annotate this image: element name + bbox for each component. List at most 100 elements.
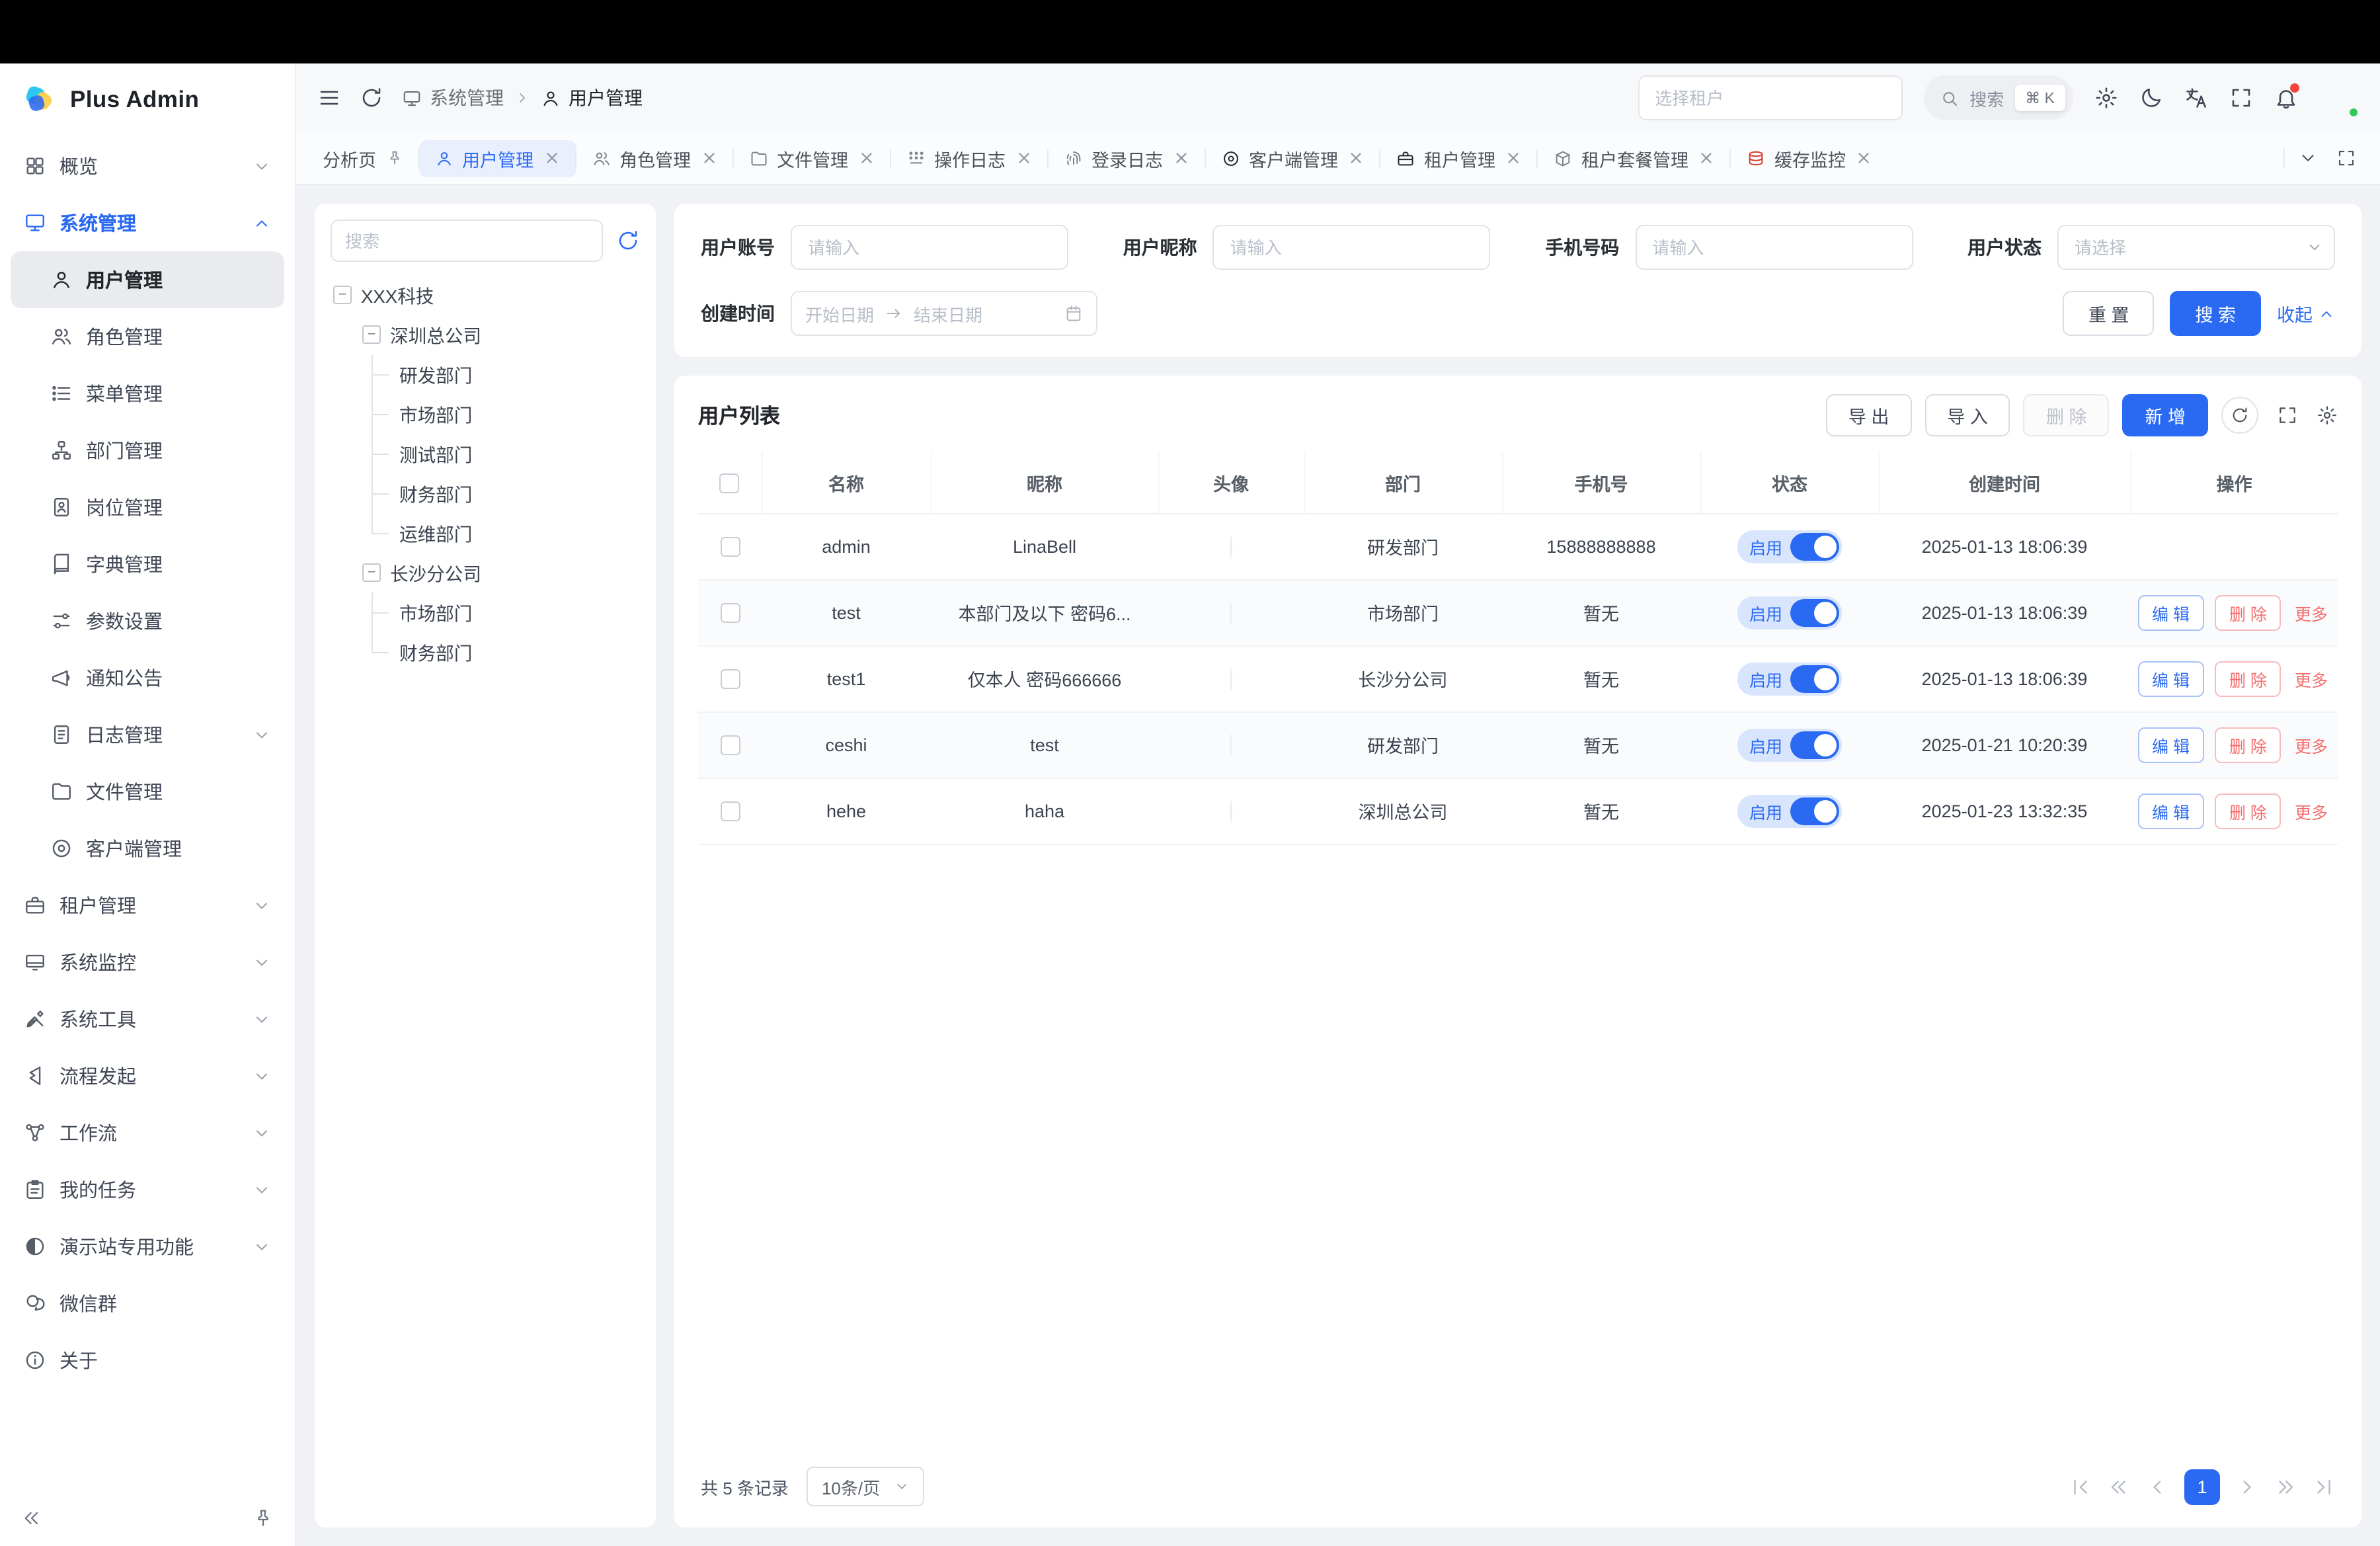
add-button[interactable]: 新 增: [2122, 394, 2208, 436]
tree-node[interactable]: 运维部门: [331, 513, 640, 553]
collapse-filter-link[interactable]: 收起: [2277, 300, 2335, 327]
sidebar-item-tenant-mgmt[interactable]: 租户管理: [11, 877, 284, 934]
sidebar-item-post-mgmt[interactable]: 岗位管理: [11, 479, 284, 536]
language-translate-icon[interactable]: [2184, 86, 2208, 110]
delete-button[interactable]: 删 除: [2024, 394, 2110, 436]
close-icon[interactable]: [1698, 149, 1715, 167]
more-row-button[interactable]: 更多: [2292, 727, 2330, 762]
collapse-sidebar-icon[interactable]: [21, 1508, 42, 1529]
tree-collapse-toggle[interactable]: −: [362, 325, 381, 344]
sidebar-item-overview[interactable]: 概览: [11, 138, 284, 194]
page-prev-icon[interactable]: [2146, 1475, 2168, 1498]
tree-node[interactable]: 研发部门: [331, 354, 640, 394]
close-icon[interactable]: [543, 149, 560, 167]
close-icon[interactable]: [1172, 149, 1189, 167]
sidebar-item-demo-features[interactable]: 演示站专用功能: [11, 1218, 284, 1275]
close-icon[interactable]: [1855, 149, 1872, 167]
sidebar-item-workflow[interactable]: 工作流: [11, 1104, 284, 1161]
row-checkbox[interactable]: [720, 669, 740, 689]
import-button[interactable]: 导 入: [1924, 394, 2010, 436]
close-icon[interactable]: [857, 149, 875, 167]
sidebar-item-dict-mgmt[interactable]: 字典管理: [11, 536, 284, 592]
hamburger-menu-icon[interactable]: [317, 86, 341, 110]
nickname-input[interactable]: [1213, 225, 1491, 270]
app-logo[interactable]: Plus Admin: [0, 63, 295, 135]
tab-tenant-mgmt[interactable]: 租户管理: [1380, 140, 1538, 177]
edit-row-button[interactable]: 编 辑: [2137, 793, 2204, 829]
row-checkbox[interactable]: [720, 735, 740, 755]
sidebar-item-user-mgmt[interactable]: 用户管理: [11, 251, 284, 308]
tab-analysis[interactable]: 分析页: [307, 140, 418, 177]
table-settings-icon[interactable]: [2317, 405, 2338, 426]
tenant-select-input[interactable]: [1638, 75, 1902, 120]
breadcrumb-user-mgmt[interactable]: 用户管理: [541, 85, 643, 111]
delete-row-button[interactable]: 删 除: [2215, 594, 2281, 630]
tab-login-log[interactable]: 登录日志: [1048, 140, 1205, 177]
sidebar-item-wechat-group[interactable]: 微信群: [11, 1275, 284, 1332]
more-row-button[interactable]: 更多: [2292, 793, 2330, 829]
breadcrumb-system[interactable]: 系统管理: [402, 85, 504, 111]
refresh-page-icon[interactable]: [360, 86, 383, 110]
search-button[interactable]: 搜 索: [2170, 291, 2261, 336]
dark-mode-moon-icon[interactable]: [2139, 86, 2163, 110]
tabs-dropdown-chevron-icon[interactable]: [2298, 148, 2318, 168]
table-refresh-icon[interactable]: [2221, 397, 2258, 434]
tree-node[interactable]: 测试部门: [331, 434, 640, 473]
close-icon[interactable]: [1347, 149, 1365, 167]
tab-tenant-package[interactable]: 租户套餐管理: [1538, 140, 1731, 177]
sidebar-item-system-mgmt[interactable]: 系统管理: [11, 194, 284, 251]
more-row-button[interactable]: 更多: [2292, 594, 2330, 630]
reset-button[interactable]: 重 置: [2063, 291, 2155, 336]
delete-row-button[interactable]: 删 除: [2215, 661, 2281, 696]
user-avatar-button[interactable]: [2319, 78, 2359, 118]
sidebar-item-my-tasks[interactable]: 我的任务: [11, 1161, 284, 1218]
close-icon[interactable]: [700, 149, 717, 167]
status-toggle[interactable]: 启用: [1737, 596, 1842, 629]
tree-node[interactable]: 市场部门: [331, 394, 640, 434]
page-number-current[interactable]: 1: [2184, 1469, 2220, 1504]
sidebar-item-sys-tools[interactable]: 系统工具: [11, 991, 284, 1047]
content-maximize-icon[interactable]: [2336, 148, 2356, 168]
tab-role-mgmt[interactable]: 角色管理: [576, 140, 733, 177]
fullscreen-icon[interactable]: [2229, 86, 2253, 110]
row-checkbox[interactable]: [720, 603, 740, 623]
sidebar-item-client-mgmt[interactable]: 客户端管理: [11, 820, 284, 877]
tree-collapse-toggle[interactable]: −: [362, 563, 381, 582]
page-jump-forward-icon[interactable]: [2274, 1475, 2297, 1498]
row-checkbox[interactable]: [720, 537, 740, 557]
tree-node[interactable]: 财务部门: [331, 473, 640, 513]
sidebar-item-role-mgmt[interactable]: 角色管理: [11, 308, 284, 365]
sidebar-item-about[interactable]: 关于: [11, 1332, 284, 1389]
tab-user-mgmt[interactable]: 用户管理: [418, 140, 576, 177]
tree-node[interactable]: 市场部门: [331, 592, 640, 632]
tree-node[interactable]: −XXX科技: [331, 275, 640, 315]
status-toggle[interactable]: 启用: [1737, 728, 1842, 761]
status-toggle[interactable]: 启用: [1737, 794, 1842, 827]
tree-collapse-toggle[interactable]: −: [333, 286, 352, 304]
global-search-button[interactable]: 搜索 ⌘ K: [1923, 75, 2073, 120]
tree-node[interactable]: −深圳总公司: [331, 315, 640, 354]
settings-gear-icon[interactable]: [2094, 86, 2118, 110]
sidebar-item-dept-mgmt[interactable]: 部门管理: [11, 422, 284, 479]
tree-search-input[interactable]: [331, 220, 603, 262]
page-first-icon[interactable]: [2069, 1475, 2092, 1498]
sidebar-item-param-settings[interactable]: 参数设置: [11, 592, 284, 649]
tree-refresh-icon[interactable]: [616, 229, 640, 253]
sidebar-item-sys-monitor[interactable]: 系统监控: [11, 934, 284, 991]
sidebar-item-log-mgmt[interactable]: 日志管理: [11, 706, 284, 763]
status-toggle[interactable]: 启用: [1737, 662, 1842, 695]
delete-row-button[interactable]: 删 除: [2215, 727, 2281, 762]
status-toggle[interactable]: 启用: [1737, 530, 1842, 563]
sidebar-item-file-mgmt[interactable]: 文件管理: [11, 763, 284, 820]
close-icon[interactable]: [1015, 149, 1032, 167]
tree-node[interactable]: 财务部门: [331, 632, 640, 672]
tree-node[interactable]: −长沙分公司: [331, 553, 640, 592]
edit-row-button[interactable]: 编 辑: [2137, 594, 2204, 630]
notifications-button[interactable]: [2274, 86, 2298, 110]
page-jump-back-icon[interactable]: [2108, 1475, 2130, 1498]
page-size-select[interactable]: 10条/页: [807, 1467, 924, 1506]
status-select-input[interactable]: [2057, 225, 2335, 270]
select-all-checkbox[interactable]: [720, 473, 740, 493]
account-input[interactable]: [791, 225, 1068, 270]
tab-cache-monitor[interactable]: 缓存监控: [1731, 140, 1888, 177]
